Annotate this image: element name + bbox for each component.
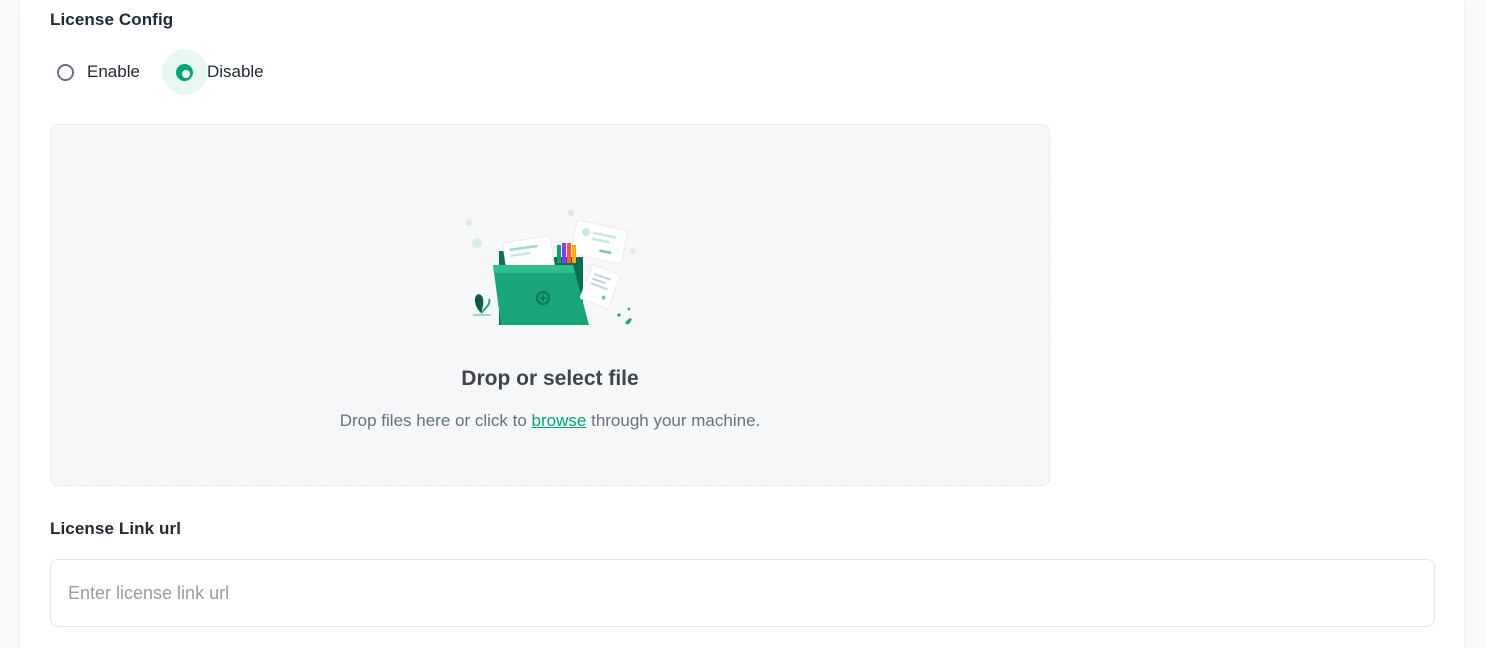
settings-card: License Config Enable Disable Drop or se… (20, 0, 1464, 648)
license-config-title: License Config (50, 10, 174, 29)
radio-enable[interactable]: Enable (42, 49, 152, 95)
radio-disable-control[interactable] (161, 49, 208, 95)
radio-unchecked-icon (56, 63, 74, 81)
radio-checked-icon (176, 63, 194, 81)
radio-enable-label: Enable (87, 62, 140, 81)
license-link-url-input[interactable] (50, 559, 1435, 627)
browse-link[interactable]: browse (532, 411, 587, 430)
license-link-url-title: License Link url (50, 519, 182, 538)
radio-enable-control[interactable] (42, 49, 88, 95)
folder-upload-illustration-icon (466, 210, 636, 325)
dropzone-description-suffix: through your machine. (591, 411, 761, 430)
dropzone-description-prefix: Drop files here or click to (339, 411, 527, 430)
radio-disable[interactable]: Disable (161, 49, 276, 95)
dropzone-description: Drop files here or click to browse throu… (51, 411, 1049, 431)
dropzone-title: Drop or select file (461, 367, 639, 390)
file-dropzone[interactable]: Drop or select file Drop files here or c… (50, 124, 1050, 486)
license-config-radio-group: Enable Disable (42, 44, 286, 100)
radio-disable-label: Disable (206, 62, 264, 81)
